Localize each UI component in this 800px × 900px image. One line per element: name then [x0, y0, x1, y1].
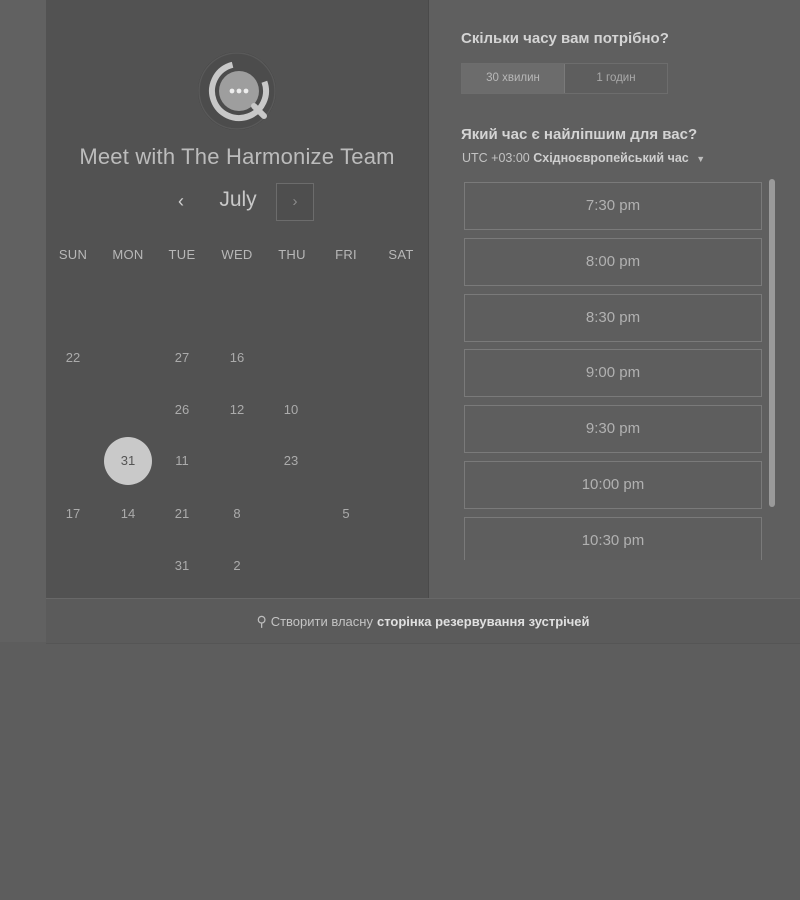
calendar-day[interactable]: 11: [158, 437, 206, 485]
calendar-day[interactable]: 14: [104, 490, 152, 538]
time-slot-button[interactable]: 8:00 pm: [464, 237, 762, 286]
calendar-day[interactable]: 26: [158, 386, 206, 434]
calendar-day[interactable]: 10: [267, 386, 315, 434]
calendar-day[interactable]: 21: [158, 490, 206, 538]
calendar-day[interactable]: 12: [213, 386, 261, 434]
previous-month-button[interactable]: ‹: [168, 188, 194, 214]
time-question: Який час є найліпшим для вас?: [461, 126, 698, 143]
slot-list-scrollbar[interactable]: [769, 179, 775, 507]
time-slot-button[interactable]: 7:30 pm: [464, 182, 762, 230]
month-navigation: ‹ July ›: [46, 182, 428, 222]
chevron-down-icon: ▼: [696, 154, 706, 164]
month-label: July: [219, 188, 257, 211]
calendar-day[interactable]: 23: [267, 437, 315, 485]
time-slot-list[interactable]: 7:30 pm 8:00 pm 8:30 pm 9:00 pm 9:30 pm 10:00…: [464, 182, 763, 560]
next-month-button[interactable]: ›: [276, 183, 314, 221]
duration-option-1-hour[interactable]: 1 годин: [565, 64, 667, 93]
calendar-day-selected[interactable]: 31: [104, 437, 152, 485]
chat-bubble-icon: [198, 52, 276, 130]
timezone-offset: UTC +03:00: [462, 151, 530, 165]
footer-text: Створити власну: [270, 613, 373, 629]
weekday-wed: WED: [221, 247, 253, 262]
weekday-sun: SUN: [58, 247, 88, 262]
weekday-sat: SAT: [388, 247, 414, 262]
time-slot-button[interactable]: 10:00 pm: [464, 461, 762, 509]
footer-bar: ⚲ Створити власну сторінка резервування …: [46, 598, 800, 644]
footer-link[interactable]: сторінка резервування зустрічей: [377, 614, 590, 629]
team-logo: [198, 52, 276, 130]
time-slot-button[interactable]: 8:30 pm: [464, 293, 762, 342]
calendar-day[interactable]: 5: [322, 490, 370, 538]
weekday-thu: THU: [278, 247, 306, 262]
duration-selector: 30 хвилин 1 годин: [461, 63, 668, 94]
time-slot-button[interactable]: 10:30 pm: [464, 516, 762, 560]
duration-question: Скільки часу вам потрібно?: [461, 30, 669, 47]
calendar-day[interactable]: 17: [49, 490, 97, 538]
timezone-selector[interactable]: UTC +03:00 Східноєвропейський час ▼: [462, 151, 705, 165]
timezone-name: Східноєвропейський час: [533, 151, 689, 165]
calendar-day[interactable]: 22: [49, 334, 97, 382]
weekday-fri: FRI: [335, 247, 357, 262]
duration-option-30-min[interactable]: 30 хвилин: [462, 64, 565, 93]
calendar-day[interactable]: 8: [213, 490, 261, 538]
calendar-day[interactable]: 27: [158, 334, 206, 382]
time-slot-button[interactable]: 9:30 pm: [464, 405, 762, 454]
calendar-day[interactable]: 31: [158, 542, 206, 590]
page-title: Meet with The Harmonize Team: [79, 144, 395, 169]
time-slot-button[interactable]: 9:00 pm: [464, 349, 762, 398]
booking-page: Meet with The Harmonize Team ‹ July › SU…: [0, 0, 800, 900]
calendar-day[interactable]: 2: [213, 542, 261, 590]
weekday-tue: TUE: [168, 247, 196, 262]
hubspot-sprocket-icon: ⚲: [256, 612, 267, 629]
calendar-day[interactable]: 16: [213, 334, 261, 382]
weekday-mon: MON: [112, 247, 144, 262]
